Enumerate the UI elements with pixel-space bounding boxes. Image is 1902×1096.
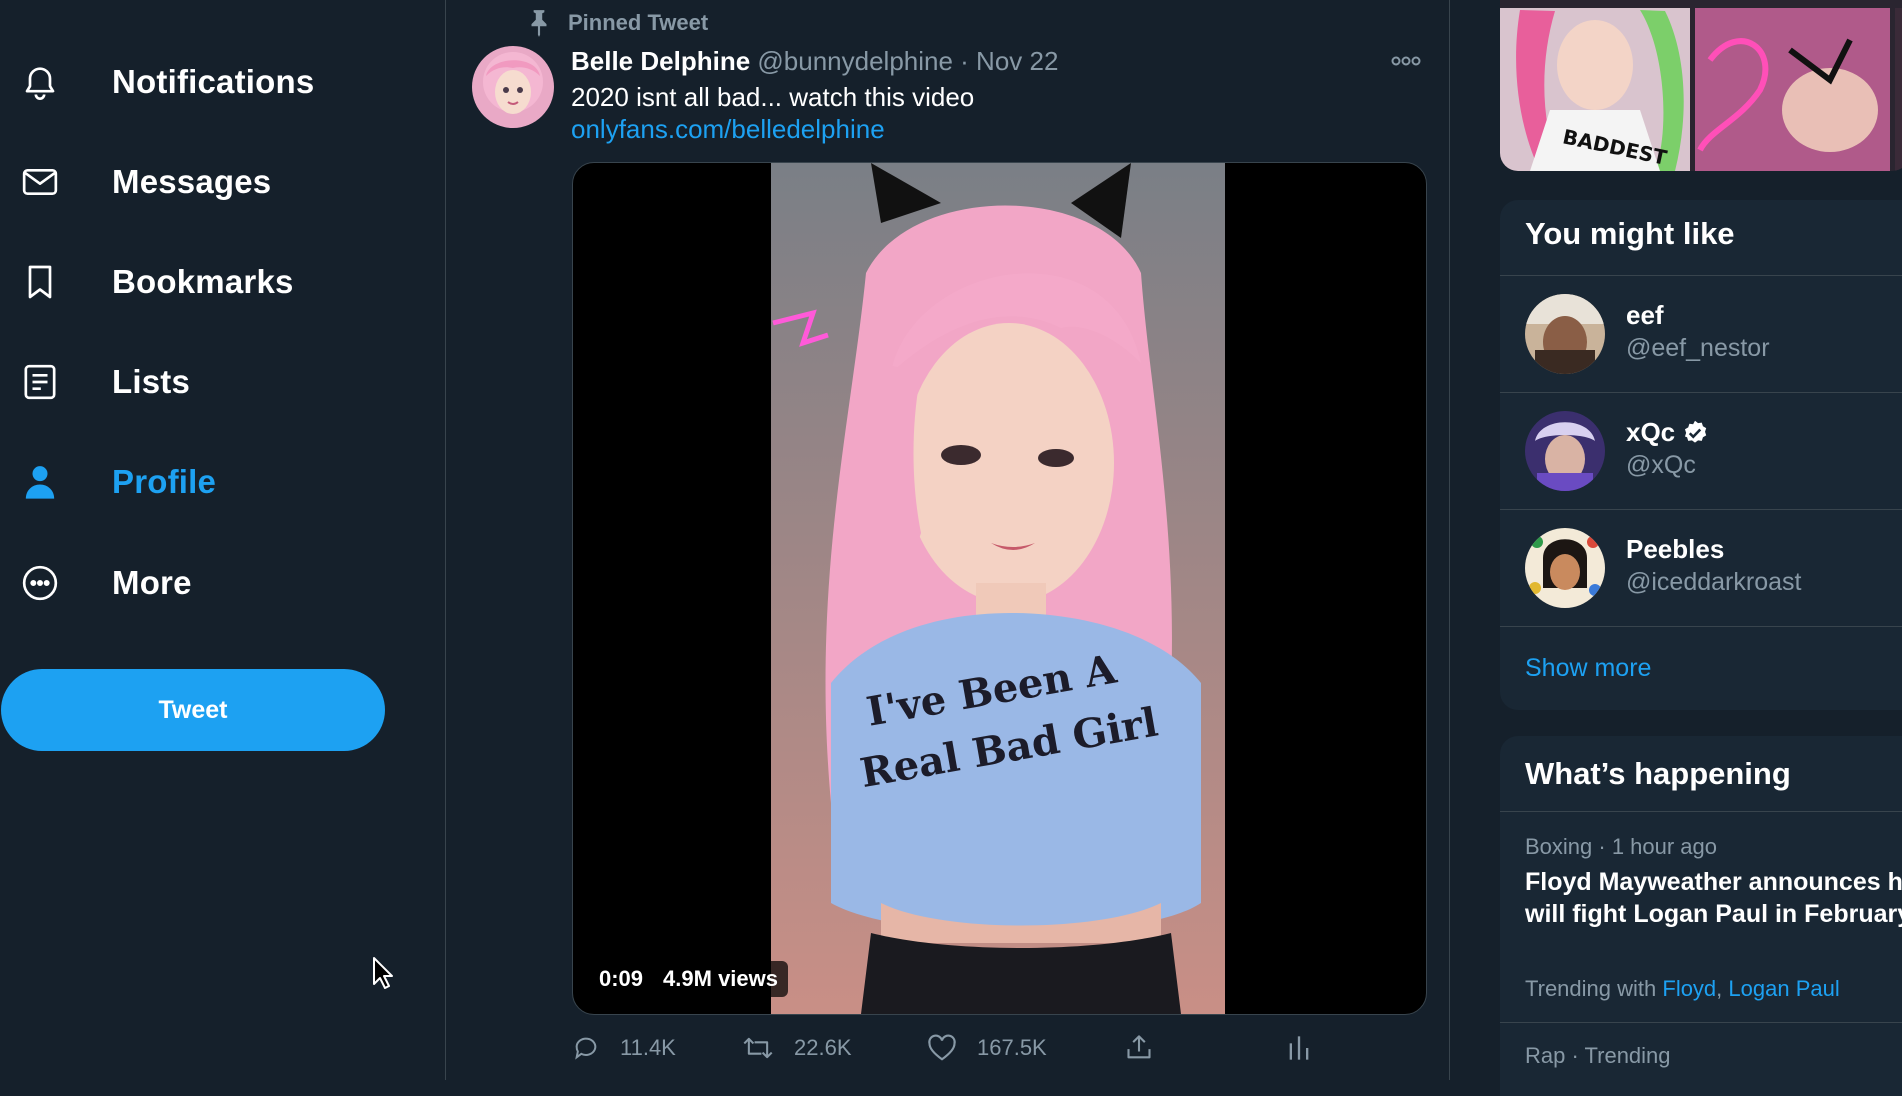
- nav-item-profile[interactable]: Profile: [18, 450, 216, 514]
- video-views: 4.9M views: [663, 966, 778, 991]
- divider: [1500, 626, 1902, 627]
- trend-link[interactable]: Floyd: [1662, 976, 1716, 1001]
- like-button[interactable]: 167.5K: [927, 1028, 1047, 1068]
- tweet-video[interactable]: I've Been A Real Bad Girl 0:09 4.9M view…: [572, 162, 1427, 1015]
- envelope-icon: [18, 160, 62, 204]
- tweet-link[interactable]: onlyfans.com/belledelphine: [571, 114, 885, 145]
- nav-label-bookmarks: Bookmarks: [112, 263, 294, 300]
- nav-label-messages: Messages: [112, 163, 272, 200]
- nav-label-notifications: Notifications: [112, 63, 315, 100]
- divider: [1500, 811, 1902, 812]
- user-handle: @eef_nestor: [1626, 334, 1770, 362]
- show-more-link[interactable]: Show more: [1525, 654, 1651, 683]
- heart-icon: [928, 1034, 956, 1061]
- nav-item-lists[interactable]: Lists: [18, 350, 190, 414]
- nav-label-profile: Profile: [112, 463, 217, 500]
- more-options-icon[interactable]: [1391, 54, 1421, 68]
- nav-item-notifications[interactable]: Notifications: [18, 50, 314, 114]
- tweet-header: Belle Delphine @bunnydelphine · Nov 22: [571, 46, 1058, 77]
- video-duration: 0:09: [599, 966, 644, 991]
- share-icon: [1127, 1035, 1151, 1059]
- list-icon: [18, 360, 62, 404]
- reply-icon: [575, 1037, 597, 1060]
- pin-icon: [531, 10, 547, 37]
- tweet-text: 2020 isnt all bad... watch this video: [571, 82, 975, 112]
- divider: [1500, 1022, 1902, 1023]
- pinned-label: Pinned Tweet: [568, 10, 709, 35]
- user-name: Peebles: [1626, 534, 1725, 564]
- like-count: 167.5K: [977, 1035, 1047, 1060]
- reply-count: 11.4K: [620, 1035, 676, 1060]
- trend-meta[interactable]: Rap · Trending: [1525, 1043, 1671, 1069]
- verified-badge-icon: [1685, 420, 1707, 443]
- bookmark-icon: [18, 260, 62, 304]
- user-name: eef: [1626, 300, 1664, 330]
- suggested-user[interactable]: Peebles @iceddarkroast: [1500, 510, 1902, 626]
- media-photos-grid[interactable]: BADDEST: [1500, 0, 1902, 171]
- suggested-user[interactable]: eef @eef_nestor: [1500, 276, 1902, 392]
- pinned-indicator: Pinned Tweet: [526, 8, 708, 38]
- tweet-date[interactable]: · Nov 22: [960, 46, 1058, 76]
- you-might-like-title: You might like: [1525, 216, 1735, 251]
- retweet-count: 22.6K: [794, 1035, 852, 1060]
- main-column: Pinned Tweet Belle Delphine @bunnydelphi…: [445, 0, 1450, 1080]
- avatar: [1525, 294, 1605, 374]
- user-handle: @xQc: [1626, 451, 1696, 479]
- author-handle[interactable]: @bunnydelphine: [757, 46, 953, 76]
- video-info-badge: 0:09 4.9M views: [589, 961, 788, 997]
- whats-happening-panel: What’s happening Boxing · 1 hour ago Flo…: [1500, 736, 1902, 1096]
- mouse-cursor-icon: [372, 956, 394, 990]
- tweet-button[interactable]: Tweet: [1, 669, 385, 751]
- share-button[interactable]: [1125, 1028, 1153, 1068]
- nav-label-lists: Lists: [112, 363, 191, 400]
- right-sidebar: BADDEST You might like eef @eef_nestor x…: [1448, 0, 1902, 1096]
- retweet-icon: [743, 1037, 773, 1059]
- trend-meta: Boxing · 1 hour ago: [1525, 834, 1718, 859]
- author-name[interactable]: Belle Delphine: [571, 46, 750, 76]
- tweet-actions: 11.4K 22.6K 167.5K: [572, 1028, 1332, 1068]
- trending-with-label: Trending with: [1525, 976, 1657, 1001]
- whats-happening-title: What’s happening: [1525, 756, 1791, 791]
- nav-label-more: More: [112, 564, 192, 601]
- user-name-row: xQc: [1626, 417, 1709, 448]
- left-navigation: Notifications Messages Bookmarks Lists P…: [0, 0, 445, 1080]
- avatar: [1525, 528, 1605, 608]
- retweet-button[interactable]: 22.6K: [742, 1028, 852, 1068]
- analytics-button[interactable]: [1287, 1028, 1311, 1068]
- nav-item-bookmarks[interactable]: Bookmarks: [18, 250, 294, 314]
- suggested-user[interactable]: xQc @xQc: [1500, 393, 1902, 509]
- author-avatar[interactable]: [472, 46, 554, 128]
- bell-icon: [18, 60, 62, 104]
- trend-link-separator: ,: [1716, 976, 1723, 1001]
- trend-link[interactable]: Logan Paul: [1728, 976, 1839, 1001]
- you-might-like-panel: You might like eef @eef_nestor xQc @xQc …: [1500, 200, 1902, 710]
- person-icon: [18, 460, 62, 504]
- avatar: [1525, 411, 1605, 491]
- reply-button[interactable]: 11.4K: [572, 1028, 676, 1068]
- trending-with: Trending with Floyd, Logan Paul: [1525, 976, 1840, 1002]
- nav-item-messages[interactable]: Messages: [18, 150, 271, 214]
- analytics-icon: [1289, 1036, 1309, 1060]
- trend-title: Floyd Mayweather announces he will fight…: [1525, 868, 1902, 928]
- user-handle: @iceddarkroast: [1626, 568, 1802, 596]
- user-name: xQc: [1626, 417, 1676, 447]
- video-frame: I've Been A Real Bad Girl: [771, 163, 1225, 1014]
- more-circle-icon: [18, 561, 62, 605]
- nav-item-more[interactable]: More: [18, 551, 192, 615]
